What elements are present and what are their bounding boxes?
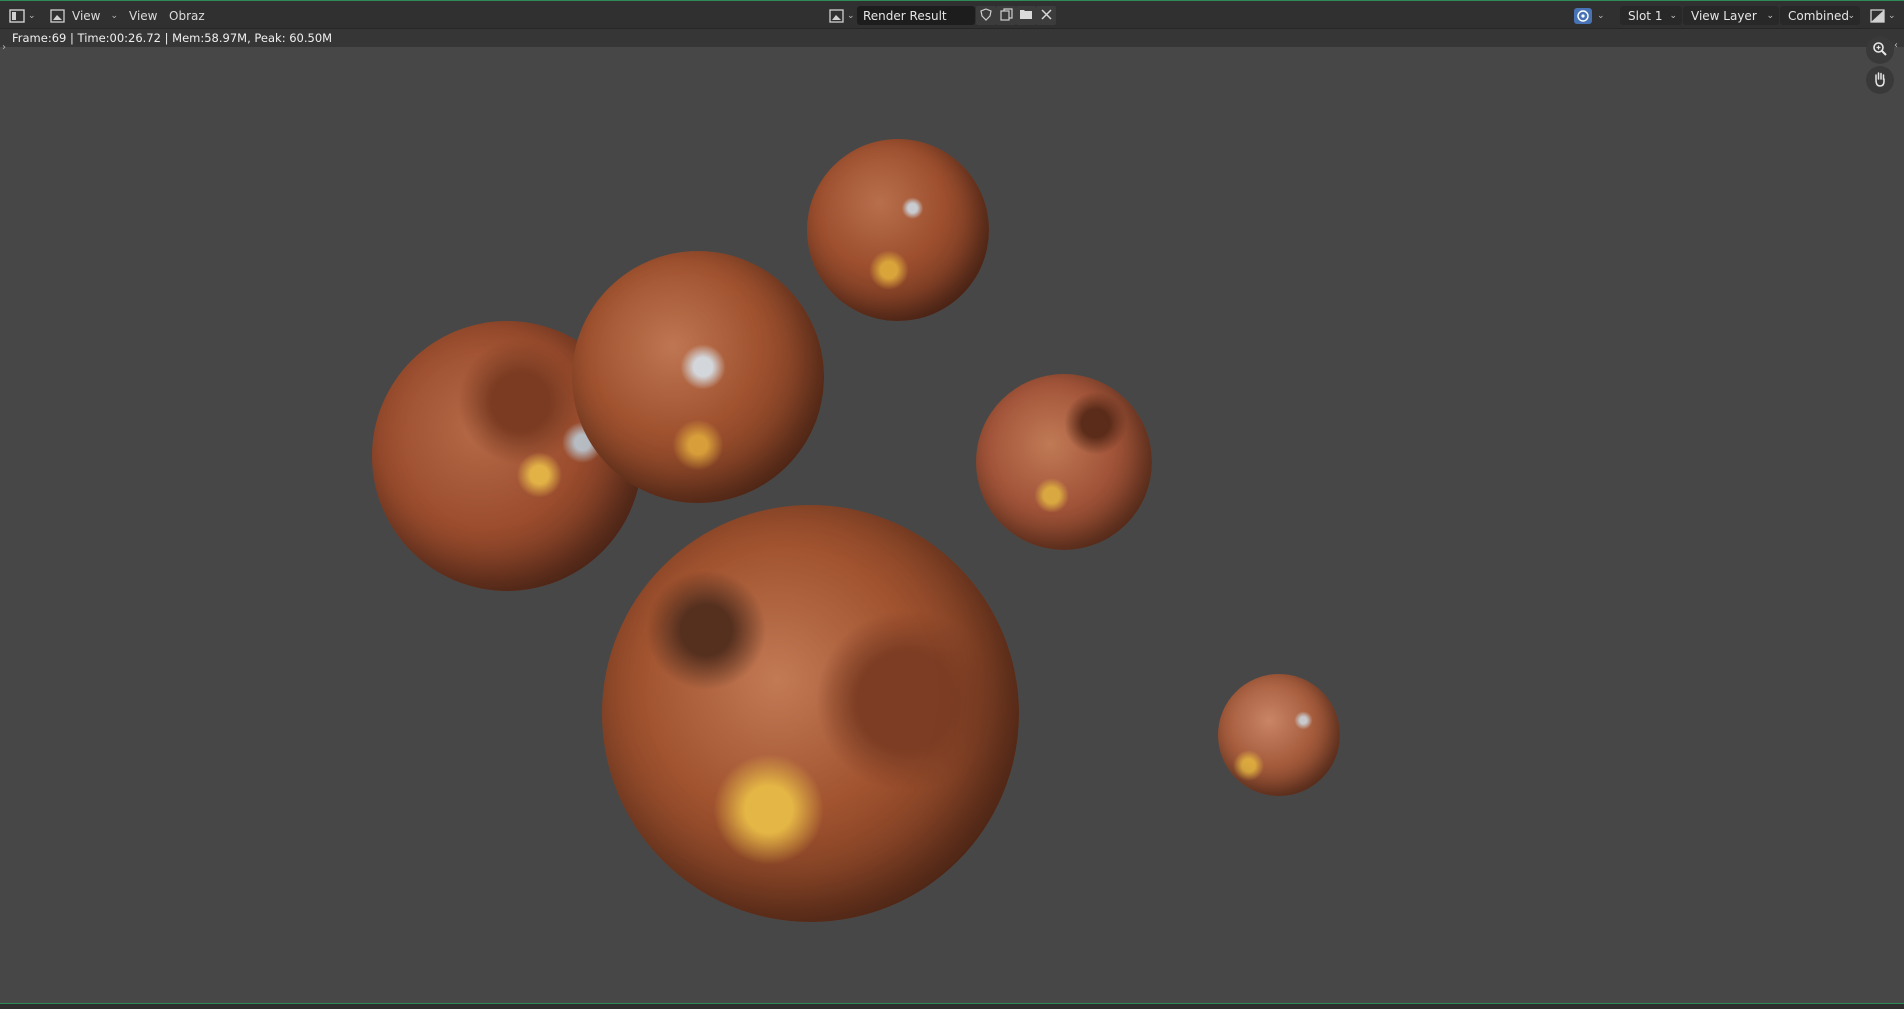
browse-image-button[interactable]: ⌄ xyxy=(827,5,855,26)
shield-icon xyxy=(980,7,992,24)
render-pass-label: Combined xyxy=(1788,8,1849,23)
display-channels-selector[interactable]: ⌄ xyxy=(1868,5,1896,26)
chevron-down-icon: ⌄ xyxy=(847,10,855,21)
status-bar xyxy=(0,1003,1904,1009)
render-pass-dropdown[interactable]: Combined ⌄ xyxy=(1780,6,1860,25)
render-slot-label: Slot 1 xyxy=(1628,8,1663,23)
render-viewport[interactable] xyxy=(0,47,1904,1003)
view-mode-selector[interactable]: View ⌄ xyxy=(48,5,118,26)
sphere-upper-middle xyxy=(572,251,824,503)
sphere-top-small xyxy=(807,139,989,321)
sphere-right-middle xyxy=(976,374,1152,550)
image-browse-icon xyxy=(827,8,845,24)
menu-image[interactable]: Obraz xyxy=(169,5,205,26)
fake-user-button[interactable] xyxy=(976,6,996,25)
unlink-image-button[interactable] xyxy=(1036,6,1056,25)
zoom-icon xyxy=(1872,41,1888,60)
chevron-down-icon: ⌄ xyxy=(110,10,119,21)
image-name-field[interactable]: Render Result xyxy=(857,6,975,25)
chevron-down-icon: ⌄ xyxy=(28,10,36,21)
menu-view-label: View xyxy=(129,8,158,23)
pan-button[interactable] xyxy=(1866,66,1894,94)
folder-icon xyxy=(1019,8,1033,23)
chevron-down-icon: ⌄ xyxy=(1766,10,1774,21)
image-editor-header: ⌄ View ⌄ View Obraz ⌄ Render Result ⌄ Sl… xyxy=(0,1,1904,29)
menu-image-label: Obraz xyxy=(169,8,205,23)
sphere-front-large xyxy=(602,505,1019,922)
image-editor-icon xyxy=(8,8,26,24)
render-slot-dropdown[interactable]: Slot 1 ⌄ xyxy=(1620,6,1682,25)
view-mode-label: View xyxy=(72,8,101,23)
zoom-button[interactable] xyxy=(1866,36,1894,64)
chevron-down-icon: ⌄ xyxy=(1597,10,1605,21)
image-icon xyxy=(48,8,66,24)
render-stats-text: Frame:69 | Time:00:26.72 | Mem:58.97M, P… xyxy=(12,31,333,45)
toolbar-expand-icon[interactable]: › xyxy=(2,42,6,53)
sidebar-expand-icon[interactable]: ‹ xyxy=(1894,40,1898,51)
new-image-button[interactable] xyxy=(996,6,1016,25)
sphere-small-right xyxy=(1218,674,1340,796)
render-info-bar: Frame:69 | Time:00:26.72 | Mem:58.97M, P… xyxy=(0,29,1904,47)
gizmo-icon xyxy=(1574,7,1592,24)
editor-type-selector[interactable]: ⌄ xyxy=(8,5,36,26)
gizmo-toggle[interactable]: ⌄ xyxy=(1574,5,1605,26)
view-layer-label: View Layer xyxy=(1691,8,1757,23)
close-icon xyxy=(1040,8,1052,23)
hand-icon xyxy=(1872,71,1888,90)
display-channels-icon xyxy=(1868,8,1886,24)
open-image-button[interactable] xyxy=(1016,6,1036,25)
chevron-down-icon: ⌄ xyxy=(1888,10,1896,21)
chevron-down-icon: ⌄ xyxy=(1847,10,1855,21)
duplicate-icon xyxy=(999,7,1013,24)
chevron-down-icon: ⌄ xyxy=(1669,10,1677,21)
view-layer-dropdown[interactable]: View Layer ⌄ xyxy=(1683,6,1779,25)
menu-view[interactable]: View xyxy=(129,5,157,26)
